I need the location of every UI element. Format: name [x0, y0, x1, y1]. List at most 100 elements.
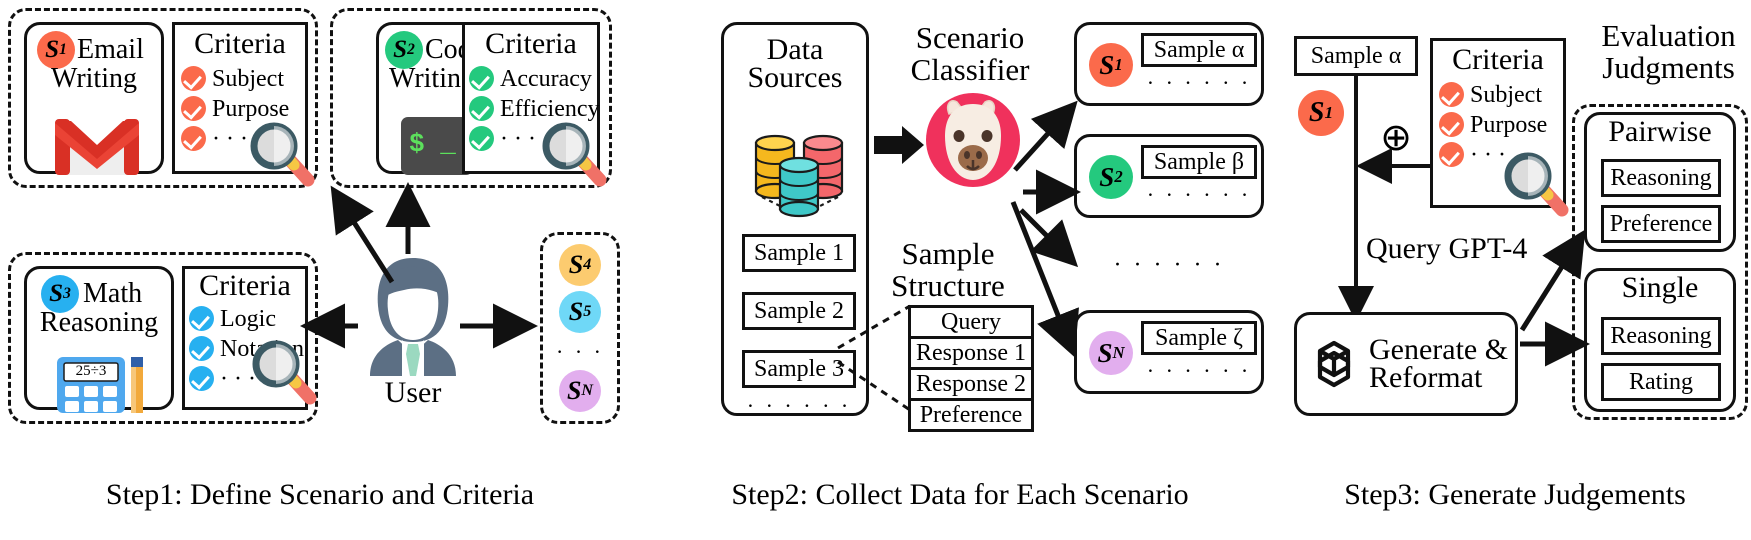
sample-structure-title-line2: Structure	[891, 268, 1005, 303]
more-scenarios-list: S4 S5 · · · SN	[548, 240, 612, 416]
database-stack-icon	[748, 117, 850, 218]
check-icon	[469, 96, 494, 121]
criteria-item-label: Purpose	[1470, 111, 1548, 138]
step2-caption: Step2: Collect Data for Each Scenario	[731, 478, 1189, 511]
check-icon	[1439, 82, 1464, 107]
calculator-icon: 25÷3	[55, 355, 151, 413]
magnifier-icon	[250, 340, 318, 406]
bucket-sn: SN Sample ζ · · · · · ·	[1074, 310, 1264, 394]
scenario-title-math-line2: Reasoning	[39, 307, 159, 338]
badge-letter: S	[1097, 337, 1113, 368]
badge-sub: 1	[1324, 103, 1334, 122]
badge-sub: 5	[583, 303, 592, 321]
user-label: User	[384, 376, 442, 409]
criteria-item-label: Efficiency	[500, 95, 600, 122]
single-title: Single	[1621, 271, 1699, 304]
pairwise-item-preference[interactable]: Preference	[1601, 205, 1721, 243]
badge-letter: S	[45, 36, 60, 63]
pairwise-item-reasoning[interactable]: Reasoning	[1601, 159, 1721, 197]
badge-sub: 4	[583, 256, 592, 273]
magnifier-icon	[540, 122, 608, 188]
figure-root: S1 Email Writing Criteria Subject Purpos…	[0, 0, 1751, 540]
step3-criteria-title: Criteria	[1452, 43, 1544, 76]
sample-structure-table: Query Response 1 Response 2 Preference	[908, 305, 1034, 432]
criteria-title-math: Criteria	[199, 269, 291, 302]
badge-sub: 2	[407, 41, 415, 58]
criteria-item-label: · · ·	[212, 125, 248, 152]
scenario-title-email-line1: Email	[77, 33, 144, 65]
openai-logo-icon	[1307, 337, 1361, 391]
step3-caption: Step3: Generate Judgements	[1344, 478, 1686, 511]
step3-merge-paths	[1338, 74, 1440, 324]
sample-box-1[interactable]: Sample 1	[742, 234, 856, 272]
criteria-item-label: · · ·	[500, 125, 536, 152]
sample-structure-title-line1: Sample	[901, 236, 995, 271]
judgments-title-line1: Evaluation	[1601, 18, 1736, 53]
bucket-s2: S2 Sample β · · · · · ·	[1074, 134, 1264, 218]
bucket-dots-s1: · · · · · ·	[1146, 70, 1252, 95]
pairwise-title: Pairwise	[1608, 115, 1712, 148]
more-scenarios-dots: · · ·	[556, 338, 604, 364]
badge-sub: 3	[63, 285, 71, 302]
scenario-badge-sn: SN	[559, 369, 601, 412]
criteria-item-label: Logic	[220, 305, 276, 332]
badge-sub: 1	[59, 41, 67, 58]
criteria-item-label: Purpose	[212, 95, 290, 122]
step3-sample-box[interactable]: Sample α	[1294, 36, 1418, 76]
scenario-title-email-line2: Writing	[51, 63, 137, 94]
user-arrows	[300, 182, 570, 349]
single-item-rating[interactable]: Rating	[1601, 363, 1721, 401]
bucket-sample-box-s2[interactable]: Sample β	[1141, 145, 1257, 179]
bucket-sample-box-s1[interactable]: Sample α	[1141, 33, 1257, 67]
scenario-card-math[interactable]: S3 Math Reasoning 25÷3	[24, 266, 174, 413]
criteria-item: Accuracy	[469, 66, 597, 91]
bucket-s1: S1 Sample α · · · · · ·	[1074, 22, 1264, 106]
criteria-item: Subject	[1439, 82, 1563, 107]
badge-letter: S	[393, 36, 408, 63]
badge-sub: 1	[1114, 55, 1123, 74]
criteria-item: Subject	[181, 66, 305, 91]
buckets-separator-dots: · · · · · ·	[1113, 251, 1225, 278]
badge-letter: S	[568, 297, 584, 327]
data-sources-title-line2: Sources	[747, 60, 843, 94]
check-icon	[469, 66, 494, 91]
scenario-title-math-line1: Math	[83, 277, 143, 309]
check-icon	[181, 126, 206, 151]
criteria-item-label: · · ·	[1470, 141, 1506, 168]
bucket-sample-box-sn[interactable]: Sample ζ	[1141, 321, 1257, 355]
criteria-item: Logic	[189, 306, 305, 331]
structure-row-preference: Preference	[908, 401, 1034, 432]
llama-avatar-icon	[925, 92, 1021, 188]
calculator-display: 25÷3	[75, 363, 107, 379]
judgment-group-pairwise: Pairwise Reasoning Preference	[1584, 112, 1736, 252]
judgment-group-single: Single Reasoning Rating	[1584, 268, 1736, 412]
badge-sub: N	[581, 381, 594, 399]
criteria-title-email: Criteria	[194, 27, 286, 60]
classifier-to-buckets-arrows	[1010, 60, 1085, 360]
criteria-item: Efficiency	[469, 95, 600, 122]
badge-letter: S	[1099, 161, 1115, 192]
criteria-title-code: Criteria	[485, 27, 577, 60]
check-icon	[469, 126, 494, 151]
criteria-item: Purpose	[1439, 112, 1563, 137]
check-icon	[1439, 142, 1464, 167]
classifier-title-line1: Scenario	[915, 20, 1025, 55]
badge-letter: S	[1099, 49, 1115, 80]
criteria-item-label: Subject	[212, 65, 284, 92]
check-icon	[189, 336, 214, 361]
check-icon	[189, 306, 214, 331]
badge-sub: N	[1112, 343, 1125, 362]
sample-structure-leader-lines	[837, 300, 912, 416]
bucket-dots-s2: · · · · · ·	[1146, 182, 1252, 207]
badge-letter: S	[568, 250, 584, 279]
scenario-badge-s5: S5	[559, 291, 601, 334]
check-icon	[181, 96, 206, 121]
single-item-reasoning[interactable]: Reasoning	[1601, 317, 1721, 355]
step1-caption: Step1: Define Scenario and Criteria	[105, 478, 535, 511]
bucket-dots-sn: · · · · · ·	[1146, 358, 1252, 383]
badge-letter: S	[49, 280, 64, 307]
badge-letter: S	[1308, 97, 1325, 128]
bucket-badge-s1: S1	[1089, 43, 1133, 87]
scenario-card-email[interactable]: S1 Email Writing	[24, 22, 164, 175]
structure-row-response2: Response 2	[908, 370, 1034, 401]
